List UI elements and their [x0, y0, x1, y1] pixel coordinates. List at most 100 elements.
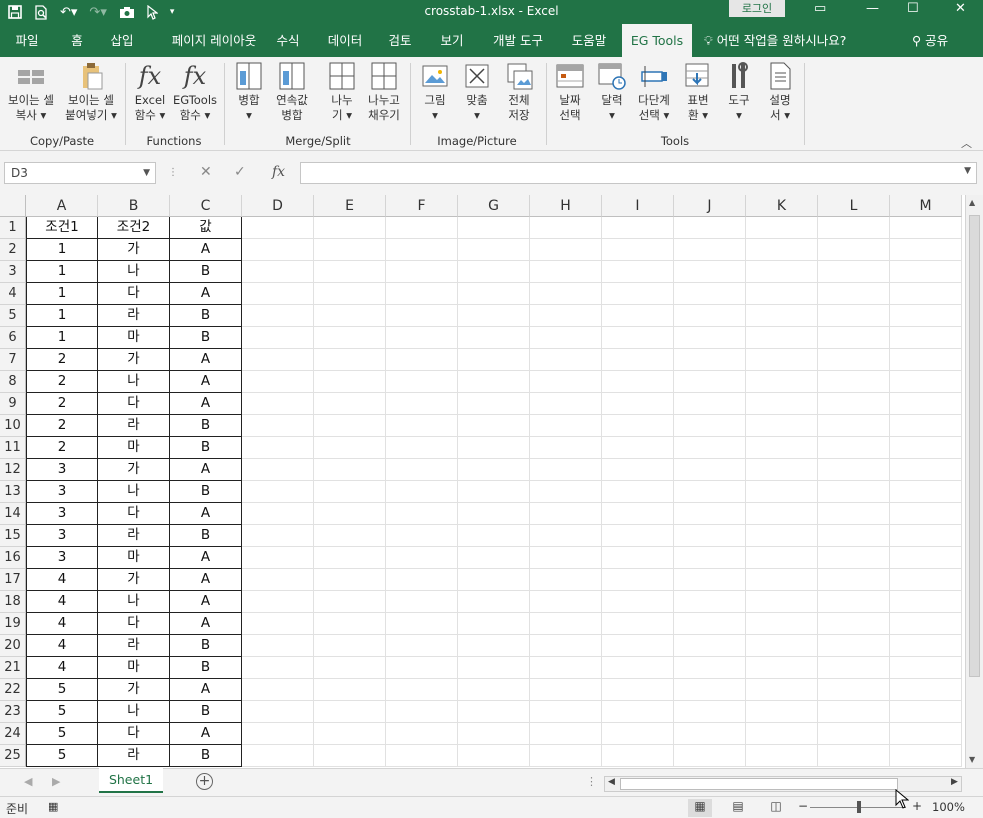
column-header[interactable]: D: [242, 195, 314, 217]
cell[interactable]: [890, 415, 962, 437]
cell[interactable]: [818, 569, 890, 591]
cell[interactable]: 2: [26, 437, 98, 459]
cell[interactable]: [602, 679, 674, 701]
cell[interactable]: [314, 701, 386, 723]
cell[interactable]: [242, 327, 314, 349]
cell[interactable]: A: [170, 723, 242, 745]
cell[interactable]: [602, 635, 674, 657]
cell[interactable]: [314, 591, 386, 613]
cell[interactable]: [674, 437, 746, 459]
cell[interactable]: 다: [98, 393, 170, 415]
cell[interactable]: [746, 723, 818, 745]
tab-page-layout[interactable]: 페이지 레이아웃: [158, 24, 270, 57]
cell[interactable]: [746, 437, 818, 459]
cell[interactable]: A: [170, 613, 242, 635]
cell[interactable]: [530, 481, 602, 503]
row-header[interactable]: 19: [0, 613, 26, 635]
cell[interactable]: [602, 305, 674, 327]
cell[interactable]: [242, 261, 314, 283]
cell[interactable]: [746, 503, 818, 525]
cell[interactable]: [386, 393, 458, 415]
cell[interactable]: [890, 327, 962, 349]
cell[interactable]: [602, 349, 674, 371]
cell[interactable]: A: [170, 569, 242, 591]
select-all-corner[interactable]: [0, 195, 26, 217]
merge-button[interactable]: 병합 ▾: [230, 61, 268, 123]
cell[interactable]: [890, 569, 962, 591]
cell[interactable]: 조건2: [98, 217, 170, 239]
cell[interactable]: [314, 261, 386, 283]
cell[interactable]: [602, 525, 674, 547]
cell[interactable]: [458, 283, 530, 305]
cell[interactable]: [314, 723, 386, 745]
scroll-right-icon[interactable]: ▶: [951, 777, 958, 787]
cell[interactable]: 5: [26, 723, 98, 745]
cell[interactable]: [674, 723, 746, 745]
cell[interactable]: [314, 415, 386, 437]
cell[interactable]: [314, 217, 386, 239]
column-header[interactable]: M: [890, 195, 962, 217]
row-header[interactable]: 10: [0, 415, 26, 437]
cell[interactable]: [530, 459, 602, 481]
multilevel-select-button[interactable]: 다단계 선택 ▾: [634, 61, 674, 123]
cell[interactable]: [458, 745, 530, 767]
cell[interactable]: [746, 569, 818, 591]
cell[interactable]: [386, 503, 458, 525]
column-header[interactable]: C: [170, 195, 242, 217]
cell[interactable]: 2: [26, 415, 98, 437]
row-header[interactable]: 16: [0, 547, 26, 569]
cell[interactable]: [746, 459, 818, 481]
cell[interactable]: 4: [26, 591, 98, 613]
cell[interactable]: [314, 349, 386, 371]
insert-function-icon[interactable]: fx: [272, 164, 285, 180]
cell[interactable]: 나: [98, 261, 170, 283]
cell[interactable]: [386, 657, 458, 679]
column-header[interactable]: L: [818, 195, 890, 217]
page-break-view-icon[interactable]: ◫: [764, 799, 788, 817]
zoom-in-icon[interactable]: +: [912, 799, 922, 813]
cell[interactable]: [386, 547, 458, 569]
cell[interactable]: [746, 481, 818, 503]
cell[interactable]: [746, 701, 818, 723]
cell[interactable]: [674, 481, 746, 503]
cell[interactable]: [386, 327, 458, 349]
cell[interactable]: [818, 547, 890, 569]
cell[interactable]: [674, 745, 746, 767]
cell[interactable]: [746, 217, 818, 239]
cell[interactable]: [890, 239, 962, 261]
page-layout-view-icon[interactable]: ▤: [726, 799, 750, 817]
cell[interactable]: A: [170, 283, 242, 305]
cell[interactable]: [746, 679, 818, 701]
column-header[interactable]: B: [98, 195, 170, 217]
cell[interactable]: [818, 503, 890, 525]
cell[interactable]: A: [170, 239, 242, 261]
cell[interactable]: [314, 679, 386, 701]
normal-view-icon[interactable]: ▦: [688, 799, 712, 817]
cell[interactable]: [602, 283, 674, 305]
cell[interactable]: 2: [26, 371, 98, 393]
cell[interactable]: [458, 547, 530, 569]
tab-insert[interactable]: 삽입: [106, 24, 138, 57]
cell[interactable]: [746, 305, 818, 327]
zoom-slider-thumb[interactable]: [857, 801, 861, 813]
cell[interactable]: [818, 415, 890, 437]
cell[interactable]: 3: [26, 481, 98, 503]
cell[interactable]: [530, 283, 602, 305]
cell[interactable]: [890, 591, 962, 613]
cell[interactable]: [386, 525, 458, 547]
cell[interactable]: 다: [98, 723, 170, 745]
sheet-next-icon[interactable]: ▶: [52, 775, 60, 788]
cell[interactable]: 1: [26, 283, 98, 305]
cell[interactable]: [458, 327, 530, 349]
row-header[interactable]: 13: [0, 481, 26, 503]
tab-help[interactable]: 도움말: [566, 24, 612, 57]
cell[interactable]: [242, 613, 314, 635]
cell[interactable]: [746, 393, 818, 415]
row-header[interactable]: 20: [0, 635, 26, 657]
row-header[interactable]: 6: [0, 327, 26, 349]
sheet-tab-sheet1[interactable]: Sheet1: [99, 768, 163, 793]
cell[interactable]: [530, 679, 602, 701]
cell[interactable]: [602, 239, 674, 261]
maximize-icon[interactable]: ☐: [907, 1, 919, 16]
cell[interactable]: [818, 393, 890, 415]
